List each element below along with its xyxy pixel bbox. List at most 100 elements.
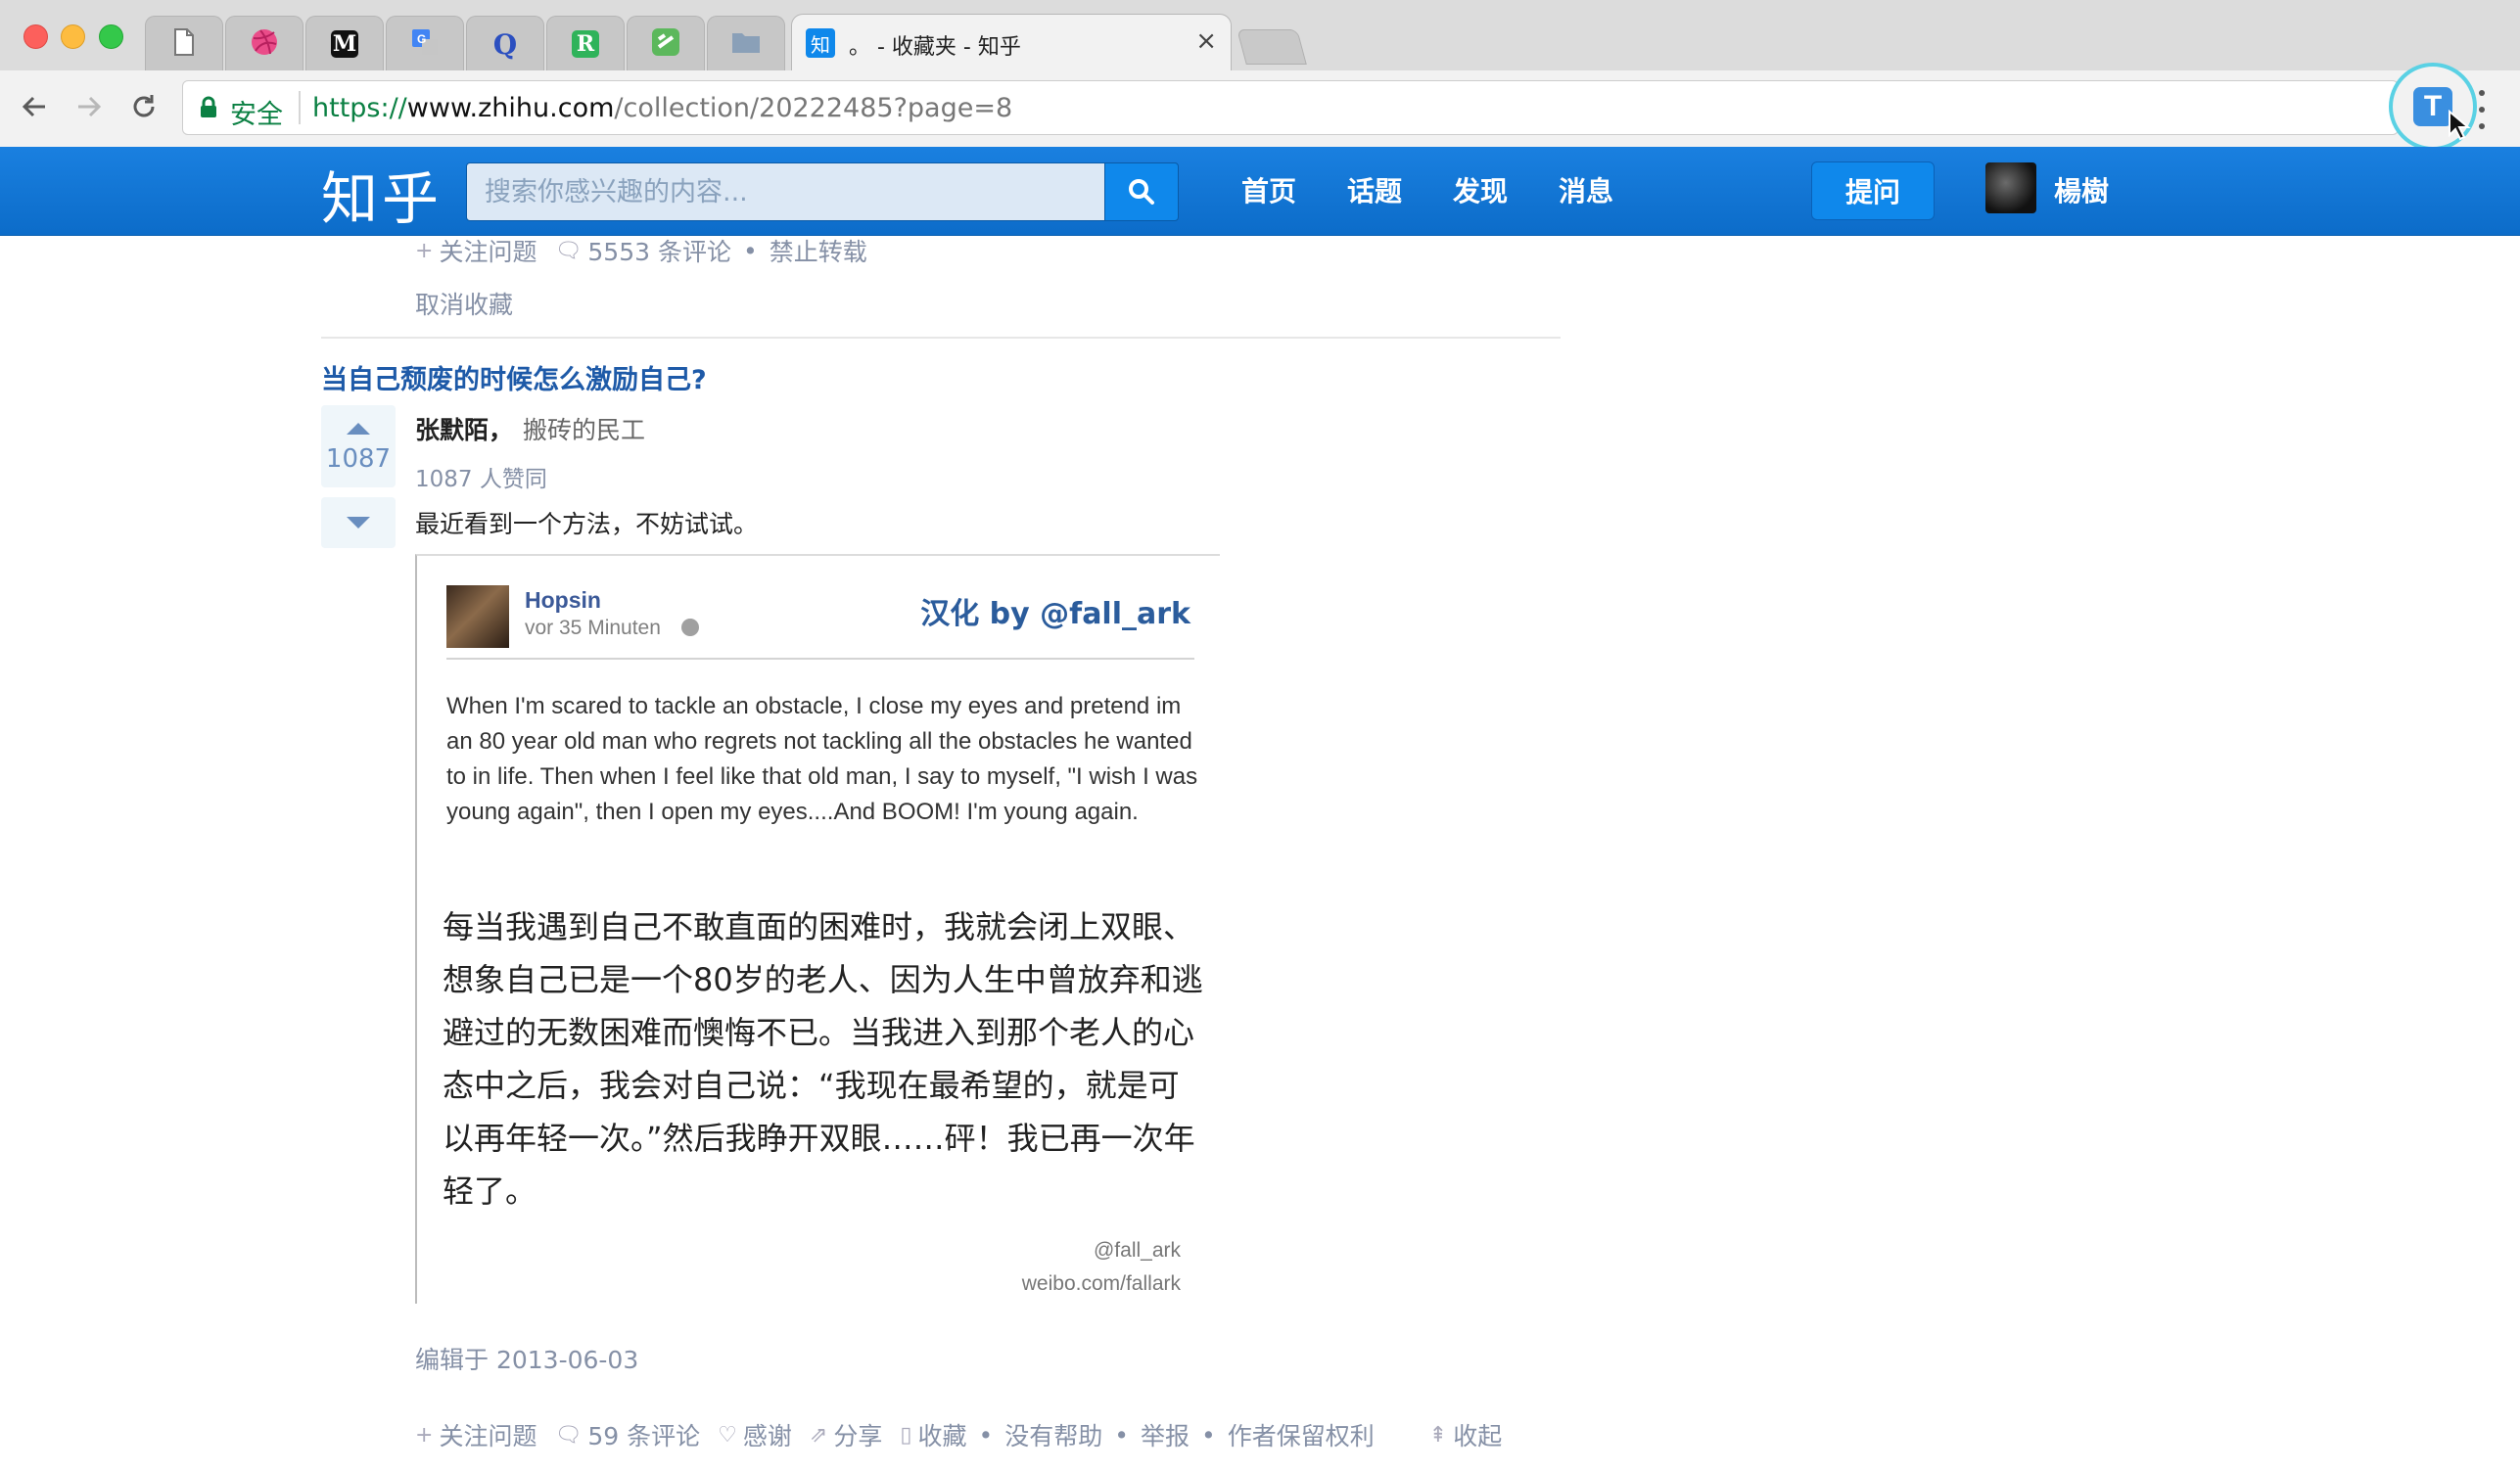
url-host: www.zhihu.com bbox=[406, 93, 615, 123]
separator-dot: • bbox=[742, 236, 758, 265]
answer-image[interactable]: Hopsin vor 35 Minuten 汉化 by @fall_ark Wh… bbox=[415, 554, 1220, 1304]
nav-messages[interactable]: 消息 bbox=[1559, 170, 1613, 209]
follow-question-link[interactable]: + 关注问题 bbox=[415, 1417, 537, 1452]
url-text[interactable]: https://www.zhihu.com/collection/2022248… bbox=[312, 93, 1012, 123]
search-box[interactable] bbox=[466, 162, 1106, 221]
author-bio: 搬砖的民工 bbox=[523, 416, 646, 444]
minimize-window-button[interactable] bbox=[61, 24, 85, 49]
svg-text:G: G bbox=[417, 32, 426, 46]
new-tab-button[interactable] bbox=[1237, 29, 1307, 65]
quote-english: When I'm scared to tackle an obstacle, I… bbox=[446, 693, 1198, 825]
thanks-label: 感谢 bbox=[742, 1422, 792, 1450]
collapse-label: 收起 bbox=[1453, 1422, 1503, 1450]
search-input[interactable] bbox=[467, 163, 1105, 220]
edited-date[interactable]: 编辑于 2013-06-03 bbox=[415, 1341, 638, 1376]
address-separator bbox=[299, 91, 301, 124]
close-window-button[interactable] bbox=[23, 24, 48, 49]
comments-link[interactable]: 🗨 5553 条评论 bbox=[554, 233, 731, 268]
answer-text: 最近看到一个方法，不妨试试。 bbox=[415, 510, 759, 538]
comment-icon: 🗨 bbox=[554, 1422, 583, 1448]
downvote-button[interactable] bbox=[321, 497, 396, 548]
collect-label: 收藏 bbox=[917, 1422, 967, 1450]
share-label: 分享 bbox=[833, 1422, 883, 1450]
green-s-icon bbox=[651, 27, 680, 61]
maximize-window-button[interactable] bbox=[99, 24, 123, 49]
vote-info[interactable]: 1087 人赞同 bbox=[415, 460, 547, 493]
pinned-tab-folder[interactable] bbox=[707, 16, 785, 71]
question-title-link[interactable]: 当自己颓废的时候怎么激励自己? bbox=[321, 358, 707, 396]
separator-dot: • bbox=[1114, 1420, 1129, 1449]
collect-button[interactable]: ▯ 收藏 bbox=[900, 1417, 966, 1452]
active-tab[interactable]: 知 。 - 收藏夹 - 知乎 × bbox=[791, 14, 1232, 71]
report-button[interactable]: 举报 bbox=[1141, 1417, 1190, 1452]
prev-item-actions: + 关注问题 🗨 5553 条评论 • 禁止转载 bbox=[415, 233, 867, 268]
arrow-left-icon bbox=[22, 96, 45, 117]
upvote-button[interactable]: 1087 bbox=[321, 405, 396, 487]
username[interactable]: 楊樹 bbox=[2054, 170, 2109, 209]
browser-tab-strip: M G Q R 知 。 - 收藏夹 - 知乎 × bbox=[0, 0, 2520, 71]
fb-avatar bbox=[446, 585, 509, 648]
plus-icon: + bbox=[415, 1422, 434, 1448]
reload-button[interactable] bbox=[123, 86, 164, 127]
translation-credit: 汉化 by @fall_ark bbox=[920, 597, 1190, 631]
tab-close-icon[interactable]: × bbox=[1195, 26, 1217, 56]
collapse-button[interactable]: ⇞ 收起 bbox=[1429, 1417, 1502, 1452]
zhihu-header: 知乎 首页 话题 发现 消息 提问 楊樹 bbox=[0, 147, 2520, 236]
separator-dot: • bbox=[978, 1420, 994, 1449]
url-scheme: https:// bbox=[312, 93, 407, 123]
rights-label: 作者保留权利 bbox=[1227, 1422, 1375, 1450]
heart-icon: ♡ bbox=[718, 1422, 737, 1448]
zhihu-favicon-icon: 知 bbox=[806, 28, 835, 58]
r-icon: R bbox=[572, 30, 599, 58]
nav-home[interactable]: 首页 bbox=[1241, 170, 1296, 209]
bookmark-icon: ▯ bbox=[900, 1422, 912, 1448]
nav-explore[interactable]: 发现 bbox=[1453, 170, 1508, 209]
forward-button[interactable] bbox=[69, 86, 110, 127]
comments-label: 5553 条评论 bbox=[587, 238, 731, 266]
ask-question-button[interactable]: 提问 bbox=[1811, 161, 1935, 220]
address-bar[interactable]: 安全 https://www.zhihu.com/collection/2022… bbox=[182, 80, 2399, 135]
separator-dot: • bbox=[1201, 1420, 1216, 1449]
follow-question-link[interactable]: + 关注问题 bbox=[415, 233, 537, 268]
thanks-button[interactable]: ♡ 感谢 bbox=[718, 1417, 792, 1452]
secure-label: 安全 bbox=[230, 100, 283, 130]
nav-topics[interactable]: 话题 bbox=[1347, 170, 1402, 209]
pinned-tab-r[interactable]: R bbox=[546, 16, 625, 71]
translate-extension-icon: T bbox=[2413, 87, 2452, 126]
comments-link[interactable]: 🗨 59 条评论 bbox=[554, 1417, 700, 1452]
author-name-link[interactable]: 张默陌， bbox=[415, 411, 513, 446]
pinned-tab-green-s[interactable] bbox=[627, 16, 705, 71]
comments-label: 59 条评论 bbox=[587, 1422, 701, 1450]
follow-label: 关注问题 bbox=[439, 1422, 537, 1450]
search-button[interactable] bbox=[1104, 162, 1179, 221]
plus-icon: + bbox=[415, 238, 434, 263]
pinned-tab-medium[interactable]: M bbox=[305, 16, 384, 71]
vote-count: 1087 bbox=[325, 444, 392, 474]
no-help-button[interactable]: 没有帮助 bbox=[1004, 1417, 1102, 1452]
comment-icon: 🗨 bbox=[554, 238, 583, 263]
search-icon bbox=[1129, 179, 1154, 205]
pinned-tab-translate[interactable]: G bbox=[386, 16, 464, 71]
reload-icon bbox=[133, 95, 155, 117]
dribbble-icon bbox=[250, 27, 279, 61]
folder-icon bbox=[731, 30, 761, 58]
avatar[interactable] bbox=[1985, 162, 2036, 213]
quora-icon: Q bbox=[492, 27, 518, 61]
share-icon: ⇗ bbox=[809, 1422, 828, 1448]
pinned-tab-document[interactable] bbox=[145, 16, 223, 71]
triangle-down-icon bbox=[347, 517, 370, 529]
pinned-tab-quora[interactable]: Q bbox=[466, 16, 544, 71]
lock-icon bbox=[199, 96, 218, 123]
fb-time: vor 35 Minuten bbox=[525, 617, 661, 639]
browser-menu-button[interactable] bbox=[2475, 90, 2489, 129]
tab-title: 。 - 收藏夹 - 知乎 bbox=[849, 35, 1021, 60]
zhihu-logo[interactable]: 知乎 bbox=[321, 153, 443, 235]
cancel-favorite-link[interactable]: 取消收藏 bbox=[415, 286, 513, 321]
image-divider bbox=[446, 658, 1194, 660]
globe-icon bbox=[681, 619, 699, 636]
back-button[interactable] bbox=[14, 86, 55, 127]
medium-icon: M bbox=[331, 30, 358, 58]
pinned-tab-dribbble[interactable] bbox=[225, 16, 303, 71]
share-button[interactable]: ⇗ 分享 bbox=[810, 1417, 882, 1452]
watermark-handle: @fall_ark bbox=[1093, 1239, 1181, 1262]
